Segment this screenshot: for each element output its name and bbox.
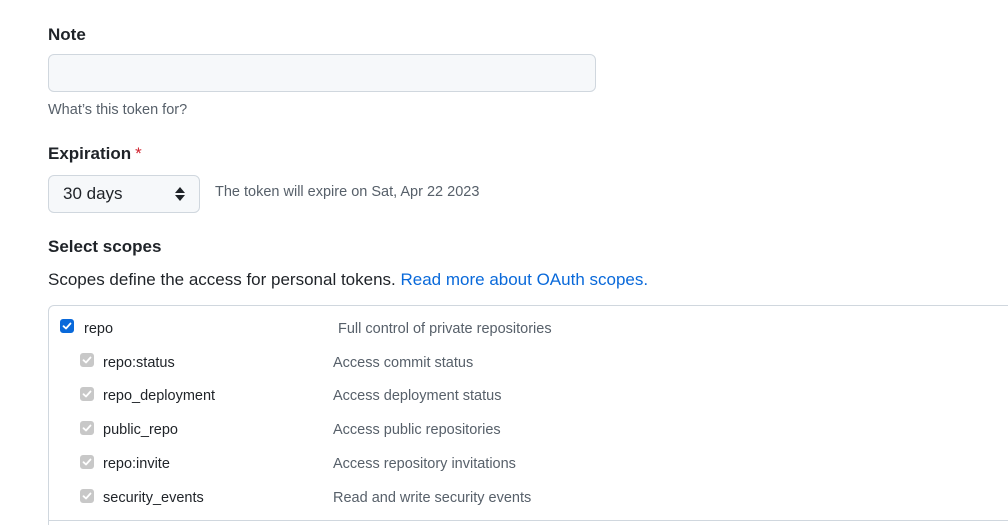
oauth-scopes-link[interactable]: Read more about OAuth scopes.: [401, 270, 649, 289]
scope-name-repo: repo: [84, 321, 114, 337]
scopes-heading: Select scopes: [48, 237, 162, 256]
select-updown-icon: [175, 186, 185, 202]
scope-desc-repo-deployment: Access deployment status: [333, 388, 502, 404]
token-form: Note What’s this token for? Expiration * …: [0, 0, 1008, 525]
required-mark: *: [135, 144, 142, 163]
scopes-description: Scopes define the access for personal to…: [48, 270, 648, 290]
check-icon: [82, 424, 92, 432]
check-icon: [82, 458, 92, 466]
expiration-label: Expiration *: [48, 144, 142, 164]
expiration-label-text: Expiration: [48, 144, 132, 163]
scope-name-public-repo: public_repo: [103, 422, 178, 438]
check-icon: [62, 322, 72, 330]
scopes-description-text: Scopes define the access for personal to…: [48, 270, 396, 289]
scope-desc-repo-status: Access commit status: [333, 355, 474, 371]
scope-name-security-events: security_events: [103, 490, 204, 506]
scope-name-repo-status: repo:status: [103, 355, 175, 371]
note-label: Note: [48, 25, 86, 44]
scope-desc-security-events: Read and write security events: [333, 490, 532, 506]
scope-desc-repo-invite: Access repository invitations: [333, 456, 516, 472]
repo-invite-checkbox[interactable]: [80, 455, 94, 469]
check-icon: [82, 356, 92, 364]
repo-deployment-checkbox[interactable]: [80, 387, 94, 401]
note-input[interactable]: [48, 54, 596, 92]
scope-divider: [48, 520, 1008, 521]
expiration-select[interactable]: 30 days: [48, 175, 200, 213]
scope-desc-public-repo: Access public repositories: [333, 422, 501, 438]
repo-checkbox[interactable]: [60, 319, 74, 333]
expiration-select-value: 30 days: [63, 184, 123, 203]
scope-name-repo-invite: repo:invite: [103, 456, 170, 472]
repo-status-checkbox[interactable]: [80, 353, 94, 367]
security-events-checkbox[interactable]: [80, 489, 94, 503]
public-repo-checkbox[interactable]: [80, 421, 94, 435]
check-icon: [82, 492, 92, 500]
expiration-note: The token will expire on Sat, Apr 22 202…: [215, 184, 480, 200]
scope-desc-repo: Full control of private repositories: [338, 321, 552, 337]
note-hint: What’s this token for?: [48, 102, 188, 118]
check-icon: [82, 390, 92, 398]
scope-name-repo-deployment: repo_deployment: [103, 388, 216, 404]
